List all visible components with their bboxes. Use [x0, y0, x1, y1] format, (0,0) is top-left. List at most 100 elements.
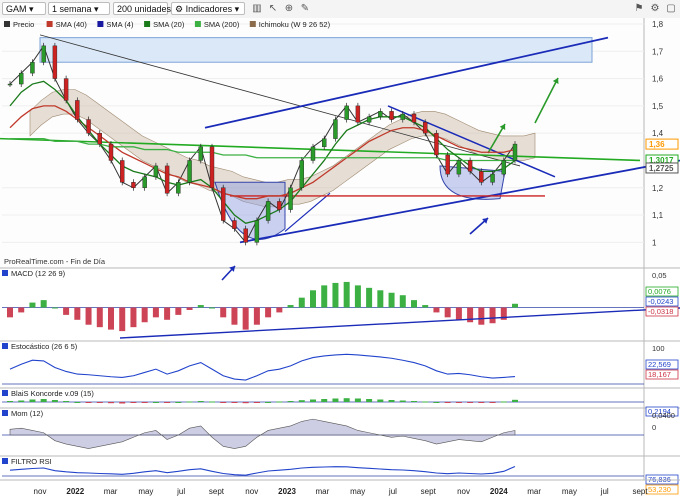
- candle-body: [411, 113, 417, 123]
- histogram-bar: [85, 402, 92, 403]
- candle-body: [490, 173, 495, 183]
- cursor-icon[interactable]: ↖: [266, 2, 280, 15]
- panel-title-swatch: [2, 410, 8, 416]
- price-tick-label: 1,6: [652, 75, 664, 84]
- settings-icon[interactable]: ⚙: [648, 2, 662, 15]
- candle-body: [277, 201, 282, 210]
- candle-body: [7, 83, 13, 86]
- histogram-bar: [231, 307, 238, 325]
- panel-value: 18,167: [648, 370, 671, 379]
- histogram-bar: [141, 307, 148, 323]
- histogram-bar: [399, 400, 406, 402]
- price-badge-text: 1,36: [649, 140, 665, 149]
- symbol-selector[interactable]: GAM ▾: [2, 2, 46, 15]
- histogram-bar: [444, 307, 451, 318]
- histogram-bar: [343, 281, 350, 308]
- candle-body: [378, 111, 383, 118]
- histogram-bar: [366, 287, 373, 308]
- histogram-bar: [220, 402, 227, 403]
- time-tick-label: nov: [34, 487, 47, 496]
- histogram-bar: [388, 400, 395, 402]
- histogram-bar: [332, 282, 339, 308]
- histogram-bar: [130, 402, 137, 403]
- panel-title: BlaiS Koncorde v.09 (15): [11, 389, 94, 398]
- histogram-bar: [209, 307, 215, 309]
- window-icon[interactable]: ▢: [664, 2, 678, 15]
- histogram-bar: [276, 307, 283, 313]
- histogram-bar: [500, 401, 507, 403]
- candle-body: [322, 138, 327, 148]
- histogram-bar: [422, 305, 429, 308]
- histogram-bar: [164, 307, 171, 320]
- histogram-bar: [7, 307, 13, 318]
- time-tick-label: nov: [457, 487, 470, 496]
- histogram-bar: [467, 402, 474, 403]
- candle-body: [41, 45, 46, 63]
- histogram-bar: [265, 307, 272, 318]
- histogram-bar: [265, 402, 272, 403]
- histogram-bar: [108, 307, 114, 330]
- histogram-bar: [455, 402, 462, 403]
- histogram-bar: [478, 402, 485, 403]
- histogram-bar: [7, 401, 13, 402]
- legend-item: Ichimoku (W 9 26 52): [259, 20, 331, 29]
- price-badge-text: 1,2725: [649, 164, 674, 173]
- price-tick-label: 1,1: [652, 211, 664, 220]
- histogram-bar: [433, 402, 440, 403]
- histogram-bar: [186, 401, 193, 403]
- histogram-bar: [444, 402, 451, 403]
- panel-value: 22,569: [648, 360, 671, 369]
- candle-body: [501, 160, 506, 175]
- candle-body: [366, 116, 372, 123]
- watermark: ProRealTime.com - Fin de Día: [4, 257, 106, 266]
- candle-body: [97, 132, 102, 145]
- period-selector[interactable]: 1 semana ▾: [48, 2, 110, 15]
- histogram-bar: [51, 307, 58, 309]
- panel-title: MACD (12 26 9): [11, 269, 66, 278]
- histogram-bar: [209, 401, 215, 403]
- time-tick-label: may: [138, 487, 153, 496]
- legend-swatch: [194, 21, 201, 27]
- histogram-bar: [366, 399, 373, 402]
- price-tick-label: 1,5: [652, 102, 664, 111]
- panel-title: Mom (12): [11, 409, 44, 418]
- histogram-bar: [29, 302, 36, 308]
- histogram-bar: [85, 307, 92, 325]
- time-tick-label: mar: [104, 487, 118, 496]
- panel-tick: 0,0400: [652, 411, 675, 420]
- candle-body: [108, 143, 114, 161]
- histogram-bar: [411, 300, 417, 308]
- chart-type-icon[interactable]: ▥: [250, 2, 264, 15]
- histogram-bar: [332, 398, 339, 402]
- histogram-bar: [175, 402, 182, 403]
- candle-body: [243, 228, 248, 243]
- alert-icon[interactable]: ⚑: [632, 2, 646, 15]
- candle-body: [355, 105, 361, 123]
- candle-body: [86, 119, 91, 134]
- indicators-button[interactable]: ⚙ Indicadores ▾: [171, 2, 245, 15]
- panel-title-swatch: [2, 390, 8, 396]
- units-selector[interactable]: 200 unidades ▾: [113, 2, 178, 15]
- panel-value: 53,230: [648, 485, 671, 494]
- time-tick-label: nov: [245, 487, 258, 496]
- histogram-bar: [276, 401, 283, 403]
- histogram-bar: [253, 307, 260, 325]
- candle-body: [131, 182, 136, 188]
- draw-icon[interactable]: ✎: [298, 2, 312, 15]
- histogram-bar: [455, 307, 462, 320]
- candle-body: [198, 146, 203, 161]
- candle-body: [153, 165, 159, 178]
- panel-title: FILTRO RSI: [11, 457, 52, 466]
- histogram-bar: [433, 307, 440, 313]
- histogram-bar: [152, 402, 159, 403]
- zoom-icon[interactable]: ⊕: [282, 2, 296, 15]
- panel-value: -0,0318: [648, 307, 673, 316]
- time-tick-label: mar: [315, 487, 329, 496]
- legend-item: SMA (20): [153, 20, 185, 29]
- price-tick-label: 1: [652, 238, 657, 247]
- candle-body: [299, 160, 304, 188]
- chart-area[interactable]: Precio SMA (40) SMA (4) SMA (20) SMA (200) Ic…: [0, 18, 680, 501]
- histogram-bar: [119, 402, 126, 404]
- histogram-bar: [298, 400, 305, 402]
- histogram-bar: [242, 307, 249, 330]
